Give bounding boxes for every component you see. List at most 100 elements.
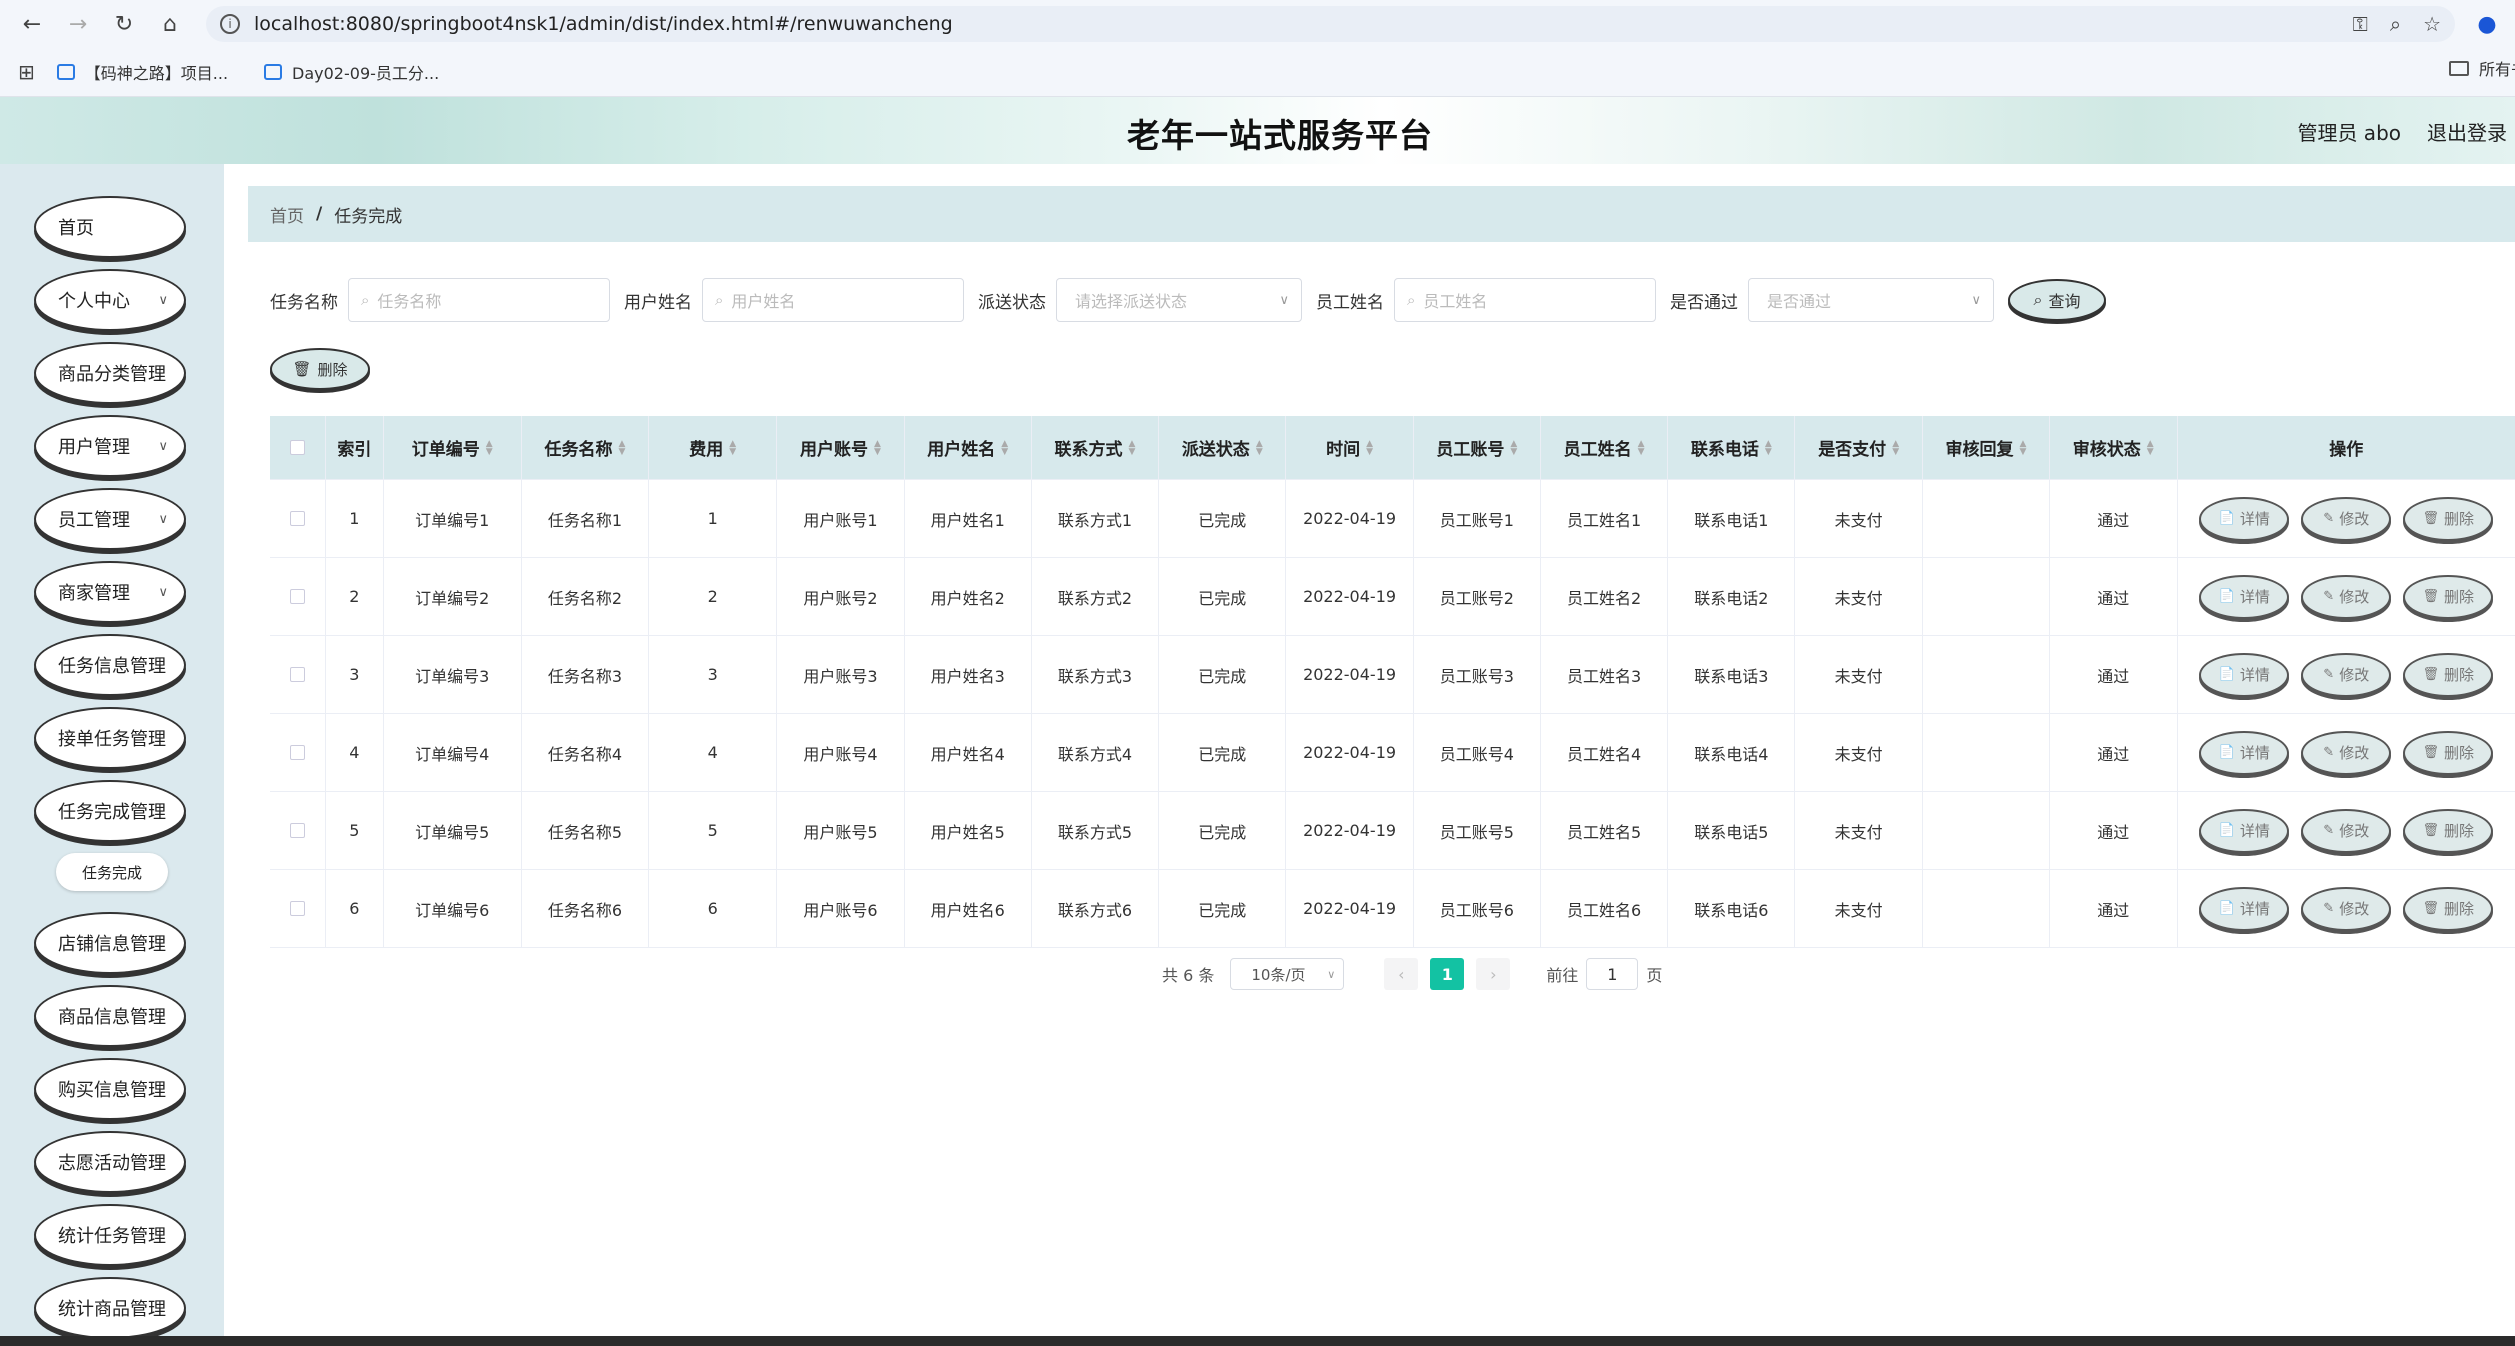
- sort-icon[interactable]: ▲ ▼: [2019, 439, 2026, 456]
- edit-button[interactable]: ✎ 修改: [2301, 652, 2392, 697]
- page-size-select[interactable]: 10条/页 ∨: [1230, 958, 1345, 990]
- apps-grid-icon[interactable]: ⊞: [18, 60, 35, 84]
- delete-button[interactable]: 🗑 删除: [2403, 730, 2494, 775]
- sidebar-item-product-stats[interactable]: 统计商品管理: [34, 1277, 186, 1339]
- goto-page-input[interactable]: 1: [1586, 958, 1639, 990]
- sort-icon[interactable]: ▲ ▼: [1765, 439, 1772, 456]
- col-header[interactable]: 任务名称 ▲ ▼: [522, 416, 650, 479]
- edit-button[interactable]: ✎ 修改: [2301, 730, 2392, 775]
- edit-button[interactable]: ✎ 修改: [2301, 886, 2392, 931]
- sidebar-subitem-task-complete[interactable]: 任务完成: [56, 853, 168, 891]
- page-number-current[interactable]: 1: [1430, 958, 1465, 990]
- breadcrumb-home[interactable]: 首页: [270, 202, 304, 227]
- col-header[interactable]: 联系方式 ▲ ▼: [1032, 416, 1160, 479]
- col-header[interactable]: 用户姓名 ▲ ▼: [905, 416, 1032, 479]
- all-bookmarks[interactable]: 所有书: [2449, 56, 2515, 80]
- sidebar-item-task-stats[interactable]: 统计任务管理: [34, 1204, 186, 1266]
- col-header[interactable]: 审核回复 ▲ ▼: [1923, 416, 2050, 479]
- sort-icon[interactable]: ▲ ▼: [1892, 439, 1899, 456]
- sort-icon[interactable]: ▲ ▼: [1510, 439, 1517, 456]
- user-name-input[interactable]: ⌕ 用户姓名: [702, 278, 964, 322]
- edit-button[interactable]: ✎ 修改: [2301, 496, 2392, 541]
- select-all-checkbox[interactable]: [289, 440, 305, 455]
- passed-select[interactable]: 是否通过 ∨: [1748, 278, 1994, 322]
- sidebar-item-shop-info[interactable]: 店铺信息管理: [34, 912, 186, 974]
- delete-button[interactable]: 🗑 删除: [2403, 574, 2494, 619]
- row-checkbox[interactable]: [289, 511, 305, 526]
- edit-button[interactable]: ✎ 修改: [2301, 574, 2392, 619]
- row-checkbox[interactable]: [289, 745, 305, 760]
- sidebar-item-task-info[interactable]: 任务信息管理: [34, 634, 186, 696]
- task-name-input[interactable]: ⌕ 任务名称: [348, 278, 610, 322]
- row-checkbox[interactable]: [289, 667, 305, 682]
- delete-button[interactable]: 🗑 删除: [2403, 886, 2494, 931]
- passed-label: 是否通过: [1670, 292, 1738, 313]
- col-header[interactable]: 用户账号 ▲ ▼: [777, 416, 905, 479]
- sort-icon[interactable]: ▲ ▼: [1638, 439, 1645, 456]
- detail-button[interactable]: 📄 详情: [2199, 730, 2290, 775]
- row-checkbox[interactable]: [289, 589, 305, 604]
- app-header: 老年一站式服务平台 管理员 abo 退出登录: [0, 97, 2515, 164]
- sidebar-item-accepted-tasks[interactable]: 接单任务管理: [34, 707, 186, 769]
- row-checkbox[interactable]: [289, 823, 305, 838]
- edit-button[interactable]: ✎ 修改: [2301, 808, 2392, 853]
- dispatch-status-label: 派送状态: [978, 292, 1046, 313]
- sort-icon[interactable]: ▲ ▼: [486, 439, 493, 456]
- home-icon[interactable]: ⌂: [152, 6, 188, 42]
- delete-button[interactable]: 🗑 删除: [2403, 652, 2494, 697]
- zoom-icon[interactable]: ⌕: [2390, 12, 2401, 36]
- delete-button[interactable]: 🗑 删除: [2403, 496, 2494, 541]
- sidebar-item-employees[interactable]: 员工管理 ∨: [34, 488, 186, 550]
- dispatch-status-select[interactable]: 请选择派送状态 ∨: [1056, 278, 1302, 322]
- sort-icon[interactable]: ▲ ▼: [874, 439, 881, 456]
- sidebar-item-task-completion[interactable]: 任务完成管理: [34, 780, 186, 842]
- profile-icon[interactable]: ●: [2469, 6, 2505, 42]
- col-header[interactable]: 联系电话 ▲ ▼: [1668, 416, 1796, 479]
- sidebar-item-home[interactable]: 首页: [34, 196, 186, 258]
- batch-delete-button[interactable]: 🗑 删除: [270, 348, 370, 390]
- col-header[interactable]: 订单编号 ▲ ▼: [384, 416, 522, 479]
- sort-icon[interactable]: ▲ ▼: [2147, 439, 2154, 456]
- row-checkbox[interactable]: [289, 901, 305, 916]
- detail-button[interactable]: 📄 详情: [2199, 496, 2290, 541]
- bookmark-item[interactable]: Day02-09-员工分...: [264, 60, 439, 84]
- sort-icon[interactable]: ▲ ▼: [618, 439, 625, 456]
- prev-page-button[interactable]: ‹: [1384, 958, 1419, 990]
- address-bar[interactable]: i localhost:8080/springboot4nsk1/admin/d…: [206, 6, 2455, 42]
- col-header[interactable]: 费用 ▲ ▼: [649, 416, 778, 479]
- logout-link[interactable]: 退出登录: [2427, 117, 2507, 146]
- detail-button[interactable]: 📄 详情: [2199, 886, 2290, 931]
- sidebar-item-volunteer[interactable]: 志愿活动管理: [34, 1131, 186, 1193]
- next-page-button[interactable]: ›: [1476, 958, 1511, 990]
- star-icon[interactable]: ☆: [2423, 12, 2441, 36]
- key-icon[interactable]: ⚿: [2353, 12, 2368, 36]
- reload-icon[interactable]: ↻: [106, 6, 142, 42]
- sort-icon[interactable]: ▲ ▼: [1256, 439, 1263, 456]
- sidebar-item-category[interactable]: 商品分类管理: [34, 342, 186, 404]
- bookmark-item[interactable]: 【码神之路】项目...: [56, 60, 228, 84]
- col-header[interactable]: 审核状态 ▲ ▼: [2050, 416, 2178, 479]
- delete-button[interactable]: 🗑 删除: [2403, 808, 2494, 853]
- sidebar-item-product-info[interactable]: 商品信息管理: [34, 985, 186, 1047]
- sidebar-item-purchase-info[interactable]: 购买信息管理: [34, 1058, 186, 1120]
- col-header[interactable]: 员工姓名 ▲ ▼: [1541, 416, 1669, 479]
- col-header[interactable]: 员工账号 ▲ ▼: [1414, 416, 1541, 479]
- col-header[interactable]: 是否支付 ▲ ▼: [1795, 416, 1924, 479]
- sidebar-item-users[interactable]: 用户管理 ∨: [34, 415, 186, 477]
- query-button[interactable]: ⌕ 查询: [2008, 279, 2106, 321]
- sort-icon[interactable]: ▲ ▼: [1129, 439, 1136, 456]
- sort-icon[interactable]: ▲ ▼: [1366, 439, 1373, 456]
- back-icon[interactable]: ←: [14, 6, 50, 42]
- employee-name-input[interactable]: ⌕ 员工姓名: [1394, 278, 1656, 322]
- col-header[interactable]: 派送状态 ▲ ▼: [1159, 416, 1287, 479]
- detail-button[interactable]: 📄 详情: [2199, 808, 2290, 853]
- site-info-icon[interactable]: i: [220, 14, 240, 34]
- sidebar-item-personal-center[interactable]: 个人中心 ∨: [34, 269, 186, 331]
- detail-button[interactable]: 📄 详情: [2199, 574, 2290, 619]
- sort-icon[interactable]: ▲ ▼: [1001, 439, 1008, 456]
- col-header[interactable]: 时间 ▲ ▼: [1286, 416, 1414, 479]
- sort-icon[interactable]: ▲ ▼: [729, 439, 736, 456]
- forward-icon[interactable]: →: [60, 6, 96, 42]
- sidebar-item-merchants[interactable]: 商家管理 ∨: [34, 561, 186, 623]
- detail-button[interactable]: 📄 详情: [2199, 652, 2290, 697]
